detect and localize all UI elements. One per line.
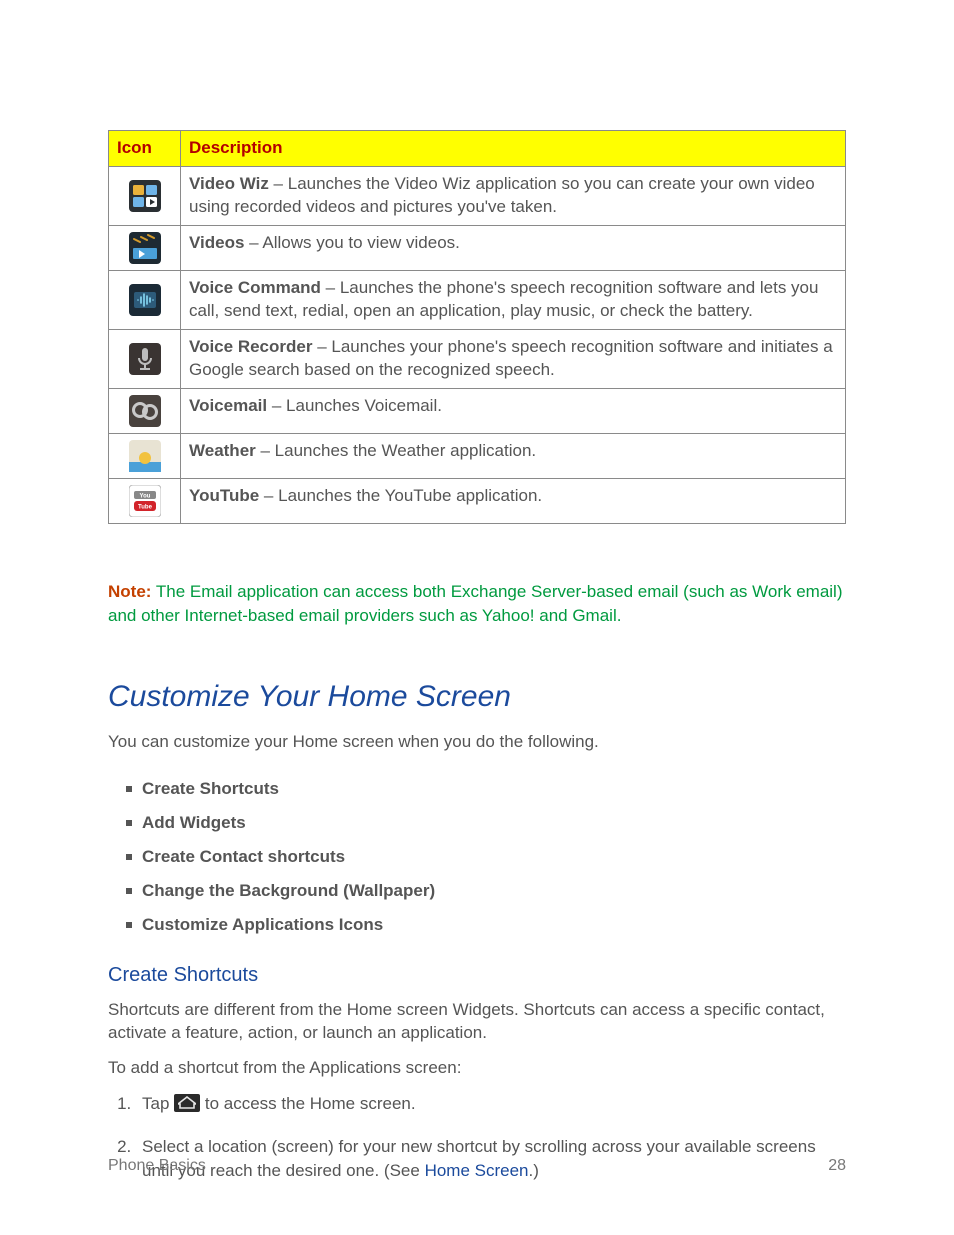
table-row: Video Wiz – Launches the Video Wiz appli… <box>109 166 846 225</box>
subsection-paragraph: Shortcuts are different from the Home sc… <box>108 999 846 1045</box>
home-key-icon <box>174 1094 200 1112</box>
list-item: Add Widgets <box>108 806 846 840</box>
subsection-paragraph: To add a shortcut from the Applications … <box>108 1057 846 1080</box>
youtube-icon <box>129 485 161 517</box>
icon-description-table: Icon Description Video Wiz – Launches th… <box>108 130 846 524</box>
table-row: Voice Command – Launches the phone's spe… <box>109 270 846 329</box>
note-label: Note: <box>108 582 151 601</box>
section-title-customize-home: Customize Your Home Screen <box>108 677 846 718</box>
videos-icon <box>129 232 161 264</box>
subsection-title-create-shortcuts: Create Shortcuts <box>108 962 846 989</box>
voice-recorder-icon <box>129 343 161 375</box>
customize-options-list: Create Shortcuts Add Widgets Create Cont… <box>108 772 846 942</box>
table-row: Weather – Launches the Weather applicati… <box>109 433 846 478</box>
section-intro: You can customize your Home screen when … <box>108 731 846 754</box>
table-row: Voice Recorder – Launches your phone's s… <box>109 329 846 388</box>
list-item: Create Contact shortcuts <box>108 840 846 874</box>
voicemail-icon <box>129 395 161 427</box>
table-row: YouTube – Launches the YouTube applicati… <box>109 478 846 523</box>
list-item: Customize Applications Icons <box>108 908 846 942</box>
footer-page-number: 28 <box>828 1155 846 1177</box>
table-header-icon: Icon <box>109 131 181 167</box>
list-item: Change the Background (Wallpaper) <box>108 874 846 908</box>
footer-section-name: Phone Basics <box>108 1155 206 1177</box>
step-item: Tap to access the Home screen. <box>136 1092 846 1117</box>
list-item: Create Shortcuts <box>108 772 846 806</box>
weather-icon <box>129 440 161 472</box>
table-header-description: Description <box>181 131 846 167</box>
table-row: Videos – Allows you to view videos. <box>109 225 846 270</box>
table-row: Voicemail – Launches Voicemail. <box>109 388 846 433</box>
voice-command-icon <box>129 284 161 316</box>
note-paragraph: Note: The Email application can access b… <box>108 580 846 629</box>
video-wiz-icon <box>129 180 161 212</box>
